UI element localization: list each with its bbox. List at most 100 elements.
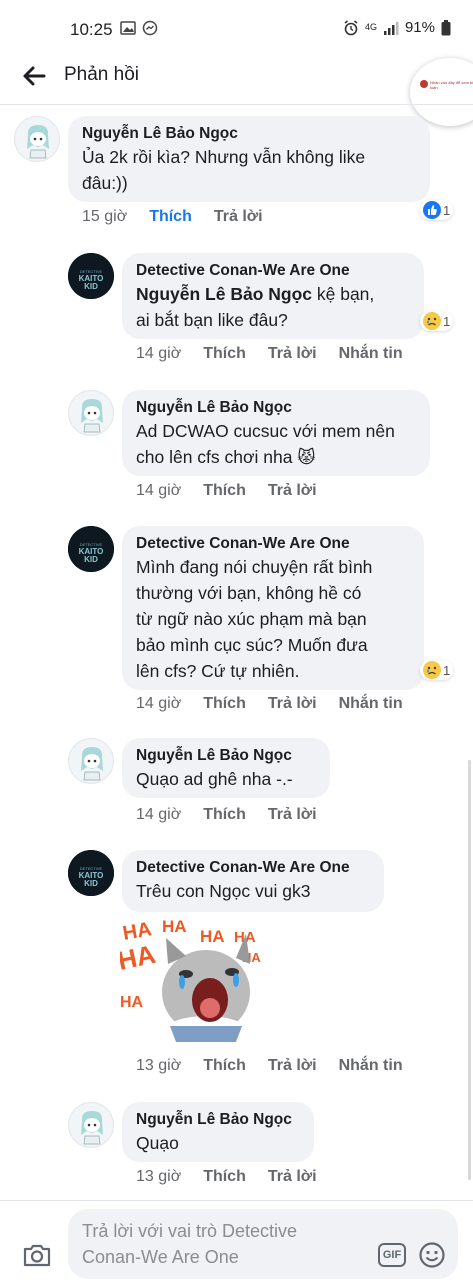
reply-button[interactable]: Trả lời [214,208,263,226]
reply-button[interactable]: Trả lời [268,1168,317,1186]
comment-bubble[interactable]: Nguyễn Lê Bảo Ngọc Quạo [122,1102,314,1162]
emoji-icon[interactable] [418,1241,446,1269]
like-button[interactable]: Thích [203,345,246,363]
avatar[interactable] [14,116,60,162]
reply-button[interactable]: Trả lời [268,345,317,363]
reply-button[interactable]: Trả lời [268,1057,317,1075]
page-title: Phản hồi [64,64,140,85]
reaction-count: 1 [443,662,451,678]
like-button[interactable]: Thích [203,482,246,500]
svg-text:HA: HA [120,939,158,976]
comment-text: Ủa 2k rồi kìa? Nhưng vẫn không like đâu:)… [82,147,366,193]
reaction-badge[interactable]: 1 [420,311,454,331]
message-button[interactable]: Nhắn tin [339,695,403,713]
avatar[interactable] [68,390,114,436]
comment-text: Quạo [136,1133,179,1153]
message-button[interactable]: Nhắn tin [339,345,403,363]
comment-bubble[interactable]: Nguyễn Lê Bảo Ngọc Ủa 2k rồi kìa? Nhưng … [68,116,430,202]
girl-avatar-icon [81,1111,103,1145]
comment-author[interactable]: Nguyễn Lê Bảo Ngọc [82,124,417,144]
svg-text:HA: HA [162,917,187,936]
girl-avatar-icon [81,399,103,433]
comment-text: Mình đang nói chuyện rất bình thường với … [136,557,373,681]
comment-author[interactable]: Detective Conan-We Are One [136,261,411,281]
comment-time: 14 giờ [136,695,182,712]
reply-composer: Trả lời với vai trò Detective Conan-We Ar… [0,1200,473,1286]
svg-text:HA: HA [120,994,144,1011]
comment-time: 15 giờ [82,208,128,225]
laughing-cat-sticker[interactable]: HA HA HA HA HA HA HA [120,912,262,1050]
comment-text: Nguyễn Lê Bảo Ngọc kệ bạn, ai bắt bạn lik… [136,284,375,330]
battery-icon [441,19,451,35]
comment-bubble[interactable]: Nguyễn Lê Bảo Ngọc Ad DCWAO cucsuc với m… [122,390,430,476]
avatar[interactable]: DETECTIVE KAITO KID [68,253,114,299]
kaito-kid-logo-icon: DETECTIVEKAITOKID [68,850,114,896]
header: Phản hồi [0,58,473,106]
comment-author[interactable]: Nguyễn Lê Bảo Ngọc [136,746,317,766]
network-label: 4G [364,22,377,32]
svg-text:KID: KID [84,282,98,291]
avatar[interactable]: DETECTIVE KAITO KID [68,526,114,572]
message-button[interactable]: Nhắn tin [339,1057,403,1075]
gallery-icon [120,21,136,35]
header-divider [0,104,473,105]
reply-button[interactable]: Trả lời [268,806,317,824]
like-reaction-icon [423,201,441,219]
comment-actions: 14 giờ Thích Trả lời [136,806,339,824]
reaction-count: 1 [443,313,451,329]
scrollbar[interactable] [468,760,471,1180]
reply-button[interactable]: Trả lời [268,695,317,713]
comment-time: 14 giờ [136,345,182,362]
comment-time: 13 giờ [136,1057,182,1074]
comment-bubble[interactable]: Detective Conan-We Are One Nguyễn Lê Bảo… [122,253,424,339]
svg-text:HA: HA [200,927,225,946]
kaito-kid-logo-icon: DETECTIVEKAITOKID [68,253,114,299]
comment-actions: 14 giờ Thích Trả lời [136,482,339,500]
girl-avatar-icon [81,747,103,781]
like-button[interactable]: Thích [203,695,246,713]
reaction-count: 1 [443,202,451,218]
comment-author[interactable]: Nguyễn Lê Bảo Ngọc [136,1110,301,1130]
comment-actions: 15 giờ Thích Trả lời [82,208,285,226]
avatar[interactable] [68,738,114,784]
reply-button[interactable]: Trả lời [268,482,317,500]
back-arrow-icon[interactable] [20,62,48,90]
comment-text: Quạo ad ghê nha -.- [136,769,293,789]
like-button[interactable]: Thích [203,1057,246,1075]
avatar[interactable]: DETECTIVE KAITO KID [68,850,114,896]
reaction-badge[interactable]: 1 [420,200,454,220]
post-thumbnail[interactable]: Nhấn vào đây để xem bình luận [410,58,473,126]
comment-bubble[interactable]: Detective Conan-We Are One Trêu con Ngọc… [122,850,384,912]
comment-time: 13 giờ [136,1168,182,1185]
kaito-kid-logo-icon: DETECTIVEKAITOKID [68,526,114,572]
reply-input[interactable]: Trả lời với vai trò Detective Conan-We Ar… [68,1209,458,1279]
comment-actions: 14 giờ Thích Trả lời Nhắn tin [136,695,425,713]
reply-placeholder: Trả lời với vai trò Detective Conan-We Ar… [82,1221,297,1267]
mention-link[interactable]: Nguyễn Lê Bảo Ngọc [136,284,312,304]
like-button[interactable]: Thích [149,208,192,226]
like-button[interactable]: Thích [203,806,246,824]
thumb-logo [420,80,428,88]
comment-bubble[interactable]: Detective Conan-We Are One Mình đang nói… [122,526,424,690]
status-right: 4G 91% [343,19,451,36]
svg-text:KID: KID [84,555,98,564]
comment-actions: 14 giờ Thích Trả lời Nhắn tin [136,345,425,363]
comment-actions: 13 giờ Thích Trả lời Nhắn tin [136,1057,425,1075]
gif-button[interactable]: GIF [378,1243,406,1267]
reaction-badge[interactable]: 1 [420,660,454,680]
sad-reaction-icon [423,661,441,679]
thumb-text: Nhấn vào đây để xem bình luận [430,80,473,90]
comment-author[interactable]: Detective Conan-We Are One [136,858,371,878]
camera-icon[interactable] [22,1241,52,1269]
comment-time: 14 giờ [136,806,182,823]
status-bar: 10:25 4G 91% [0,0,473,58]
comment-bubble[interactable]: Nguyễn Lê Bảo Ngọc Quạo ad ghê nha -.- [122,738,330,798]
avatar[interactable] [68,1102,114,1148]
comment-text: Ad DCWAO cucsuc với mem nên cho lên cfs c… [136,421,395,467]
like-button[interactable]: Thích [203,1168,246,1186]
comment-author[interactable]: Detective Conan-We Are One [136,534,411,554]
svg-text:KID: KID [84,879,98,888]
comment-author[interactable]: Nguyễn Lê Bảo Ngọc [136,398,417,418]
comment-actions: 13 giờ Thích Trả lời [136,1168,339,1186]
sad-reaction-icon [423,312,441,330]
